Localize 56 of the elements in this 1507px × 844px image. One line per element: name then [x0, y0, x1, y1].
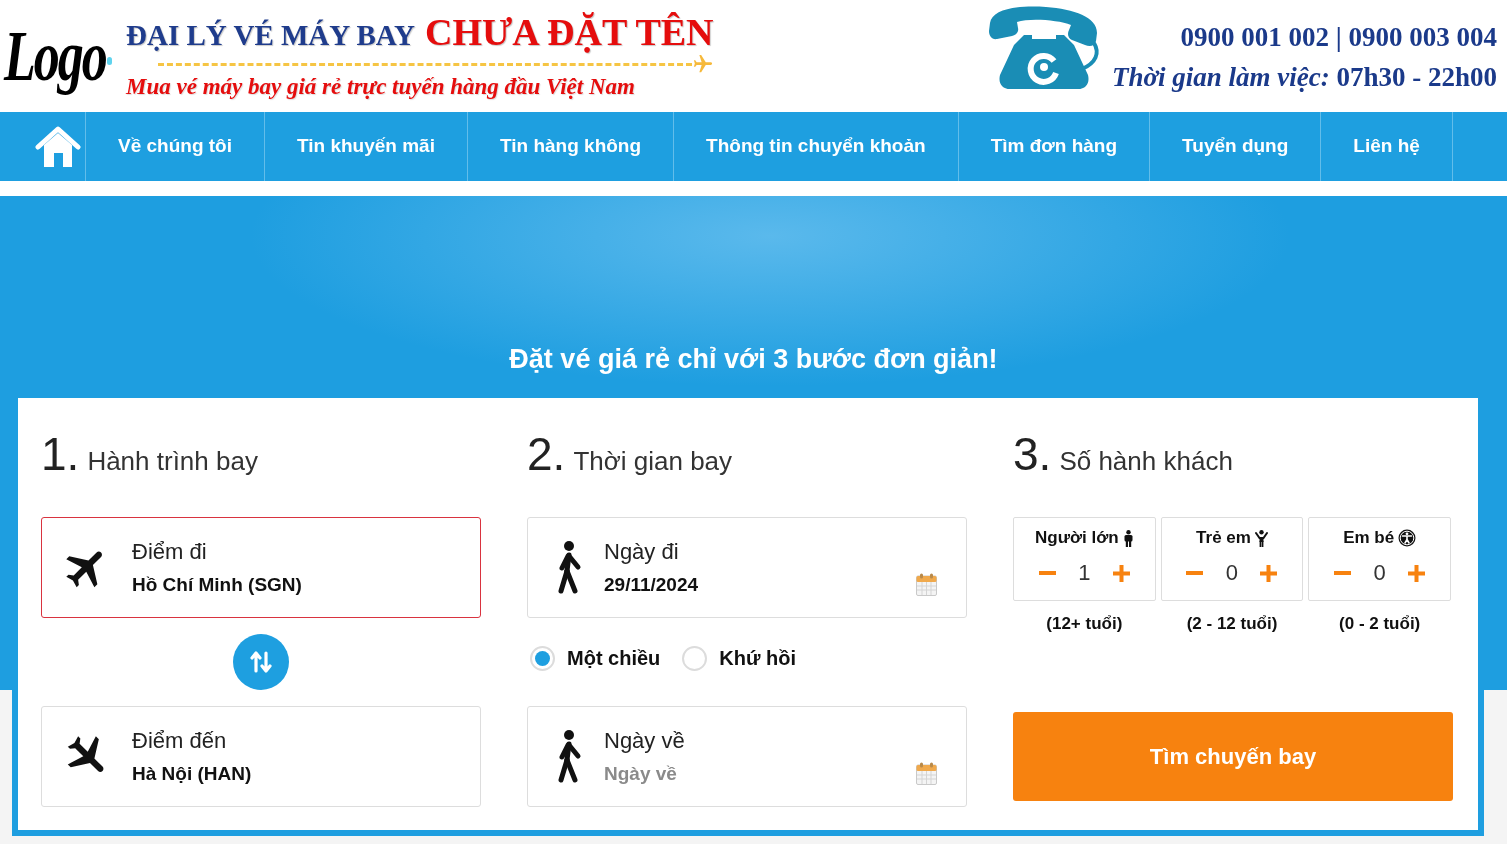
passenger-type-label: Em bé [1343, 527, 1395, 549]
plus-icon [1112, 564, 1130, 582]
increase-button[interactable] [1112, 564, 1131, 582]
step-title: Hành trình bay [87, 445, 258, 477]
age-range: (2 - 12 tuổi) [1186, 614, 1278, 633]
passenger-count: 0 [1372, 560, 1387, 586]
swap-arrows-icon [250, 651, 272, 673]
radio-button[interactable] [682, 645, 708, 671]
step-number: 3. [1013, 428, 1052, 480]
calendar-icon [916, 573, 937, 596]
minus-icon [1038, 571, 1056, 575]
phone-numbers: 0900 001 002 | 0900 003 004 [1179, 21, 1497, 54]
date-input[interactable]: Ngày về [604, 760, 844, 787]
step-number: 2. [527, 428, 566, 480]
step-title: Số hành khách [1059, 445, 1233, 477]
field-label: Điểm đi [132, 537, 208, 566]
step-number: 1. [41, 428, 80, 480]
passenger-type-label: Người lớn [1034, 527, 1119, 549]
increase-button[interactable] [1407, 564, 1426, 582]
trip-type-label[interactable]: Khứ hồi [719, 645, 797, 671]
location-input[interactable]: Hà Nội (HAN) [132, 760, 432, 787]
increase-button[interactable] [1260, 564, 1278, 582]
passenger-count: 0 [1224, 560, 1240, 586]
person-icon [1122, 529, 1134, 547]
minus-icon [1186, 571, 1204, 575]
passenger-count: 1 [1077, 560, 1092, 586]
age-range: (0 - 2 tuổi) [1339, 614, 1421, 633]
hero-heading: Đặt vé giá rẻ chỉ với 3 bước đơn giản! [508, 343, 999, 375]
location-selector[interactable]: Điểm đi Hồ Chí Minh (SGN) [41, 517, 481, 618]
location-input[interactable]: Hồ Chí Minh (SGN) [132, 571, 432, 598]
plus-icon [1408, 564, 1426, 582]
calendar-icon [916, 762, 937, 785]
passenger-type-label: Trẻ em [1196, 527, 1251, 549]
minus-icon [1334, 571, 1352, 575]
child-arms-up-icon [1254, 529, 1268, 547]
site-title: ĐẠI LÝ VÉ MÁY BAY [126, 18, 415, 53]
swap-button[interactable] [233, 634, 289, 690]
trip-type-label[interactable]: Một chiều [567, 645, 661, 671]
field-label: Điểm đến [132, 726, 228, 755]
plane-icon [692, 54, 714, 74]
radio-button[interactable] [530, 645, 555, 671]
person-in-circle-icon [1398, 529, 1417, 547]
date-input[interactable]: 29/11/2024 [604, 571, 844, 598]
step-title: Thời gian bay [573, 445, 733, 477]
site-title-highlight: CHƯA ĐẶT TÊN [424, 10, 714, 54]
tagline: Mua vé máy bay giá rẻ trực tuyến hàng đầu Việt Nam [126, 74, 636, 100]
age-range: (12+ tuổi) [1046, 614, 1123, 633]
field-label: Ngày đi [604, 537, 680, 566]
working-hours: Thời gian làm việc: 07h30 - 22h00 [1112, 61, 1497, 94]
plus-icon [1260, 564, 1278, 582]
location-selector[interactable]: Điểm đến Hà Nội (HAN) [41, 706, 481, 807]
logo: Logo [4, 14, 106, 98]
home-icon[interactable] [34, 125, 81, 168]
field-label: Ngày về [604, 726, 686, 755]
date-selector[interactable]: Ngày đi 29/11/2024 [527, 517, 967, 618]
date-selector[interactable]: Ngày về Ngày về [527, 706, 967, 807]
